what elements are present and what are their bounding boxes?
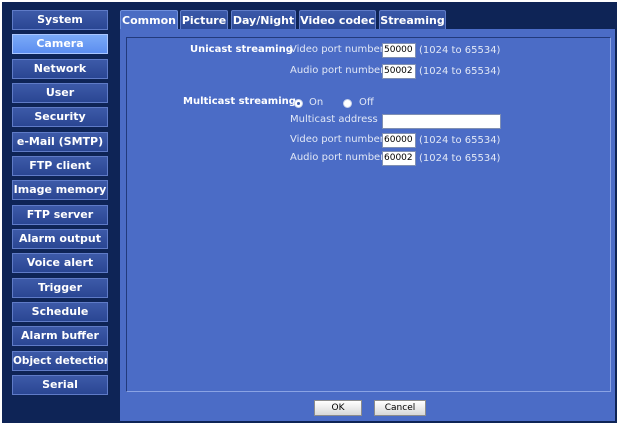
sidebar-item-schedule[interactable]: Schedule [12, 302, 108, 323]
tab-streaming[interactable]: Streaming [379, 10, 446, 30]
sidebar-item-network[interactable]: Network [12, 58, 108, 79]
unicast-video-port-input[interactable]: 50000 [382, 43, 416, 58]
tab-picture[interactable]: Picture [180, 10, 228, 30]
multicast-audio-port-label: Audio port number [290, 152, 385, 163]
ok-button[interactable]: OK [314, 400, 362, 416]
sidebar-item-serial[interactable]: Serial [12, 375, 108, 396]
multicast-audio-port-input[interactable]: 60002 [382, 151, 416, 166]
sidebar-item-object-detection[interactable]: Object detection [12, 350, 108, 371]
unicast-audio-port-input[interactable]: 50002 [382, 64, 416, 79]
sidebar-item-image-memory[interactable]: Image memory [12, 180, 108, 201]
unicast-audio-port-label: Audio port number [290, 65, 385, 76]
sidebar-item-alarm-buffer[interactable]: Alarm buffer [12, 326, 108, 347]
unicast-video-port-range: (1024 to 65534) [419, 45, 501, 56]
sidebar-item-trigger[interactable]: Trigger [12, 277, 108, 298]
sidebar-item-camera[interactable]: Camera [12, 34, 108, 55]
multicast-address-label: Multicast address [290, 114, 378, 125]
tab-day-night[interactable]: Day/Night [231, 10, 296, 30]
sidebar-menu: System Camera Network User Security e-Ma… [12, 10, 108, 400]
tab-common[interactable]: Common [120, 10, 178, 30]
main-panel: Unicast streaming Video port number 5000… [120, 29, 615, 421]
sidebar-item-email-smtp[interactable]: e-Mail (SMTP) [12, 131, 108, 152]
multicast-video-port-label: Video port number [290, 134, 384, 145]
sidebar-item-security[interactable]: Security [12, 107, 108, 128]
unicast-streaming-heading: Unicast streaming [190, 44, 293, 55]
app-frame: System Camera Network User Security e-Ma… [2, 2, 617, 423]
multicast-audio-port-range: (1024 to 65534) [419, 153, 501, 164]
multicast-video-port-range: (1024 to 65534) [419, 135, 501, 146]
cancel-button[interactable]: Cancel [374, 400, 426, 416]
sidebar-item-user[interactable]: User [12, 83, 108, 104]
tab-video-codec[interactable]: Video codec [299, 10, 376, 30]
multicast-address-input[interactable] [382, 114, 501, 129]
sidebar-item-system[interactable]: System [12, 10, 108, 30]
sidebar-item-ftp-client[interactable]: FTP client [12, 156, 108, 177]
sidebar-item-alarm-output[interactable]: Alarm output [12, 229, 108, 250]
streaming-settings: Unicast streaming Video port number 5000… [126, 37, 611, 392]
multicast-off-radio[interactable] [343, 99, 352, 108]
multicast-on-radio[interactable] [294, 99, 303, 108]
sidebar-item-voice-alert[interactable]: Voice alert [12, 253, 108, 274]
multicast-on-label: On [309, 97, 324, 108]
unicast-audio-port-range: (1024 to 65534) [419, 66, 501, 77]
multicast-video-port-input[interactable]: 60000 [382, 133, 416, 148]
multicast-streaming-heading: Multicast streaming [183, 96, 296, 107]
multicast-off-label: Off [359, 97, 374, 108]
sidebar-item-ftp-server[interactable]: FTP server [12, 204, 108, 225]
unicast-video-port-label: Video port number [290, 44, 384, 55]
